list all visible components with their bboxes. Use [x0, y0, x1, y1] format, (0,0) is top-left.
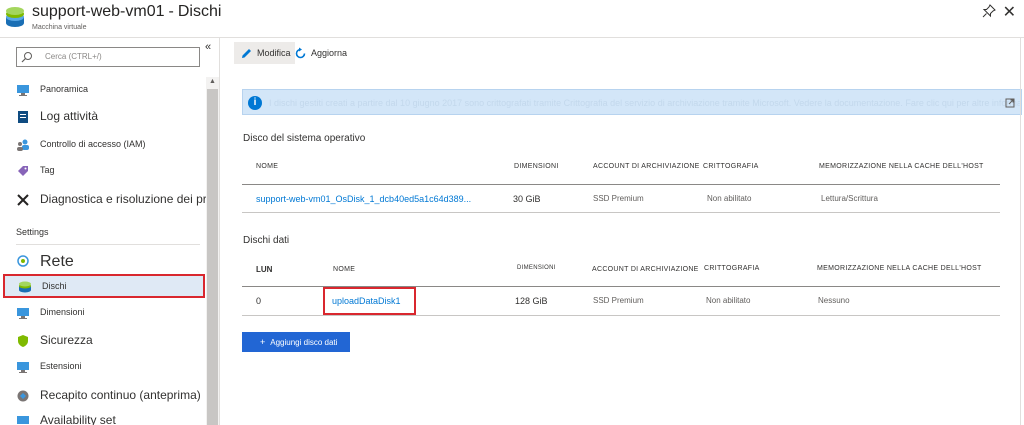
close-icon[interactable]: ✕: [1003, 2, 1016, 22]
scroll-up-arrow[interactable]: ▲: [209, 78, 216, 85]
resource-type: Macchina virtuale: [32, 24, 87, 31]
sidebar-item-label: Availability set: [40, 413, 116, 425]
os-col-name: NOME: [256, 163, 279, 170]
data-col-cache: MEMORIZZAZIONE NELLA CACHE DELL'HOST: [817, 265, 982, 272]
monitor-icon: [17, 85, 29, 96]
table-row-divider: [242, 212, 1000, 213]
blade-right-border: [1020, 38, 1021, 425]
os-col-storage: ACCOUNT DI ARCHIVIAZIONE: [593, 163, 700, 170]
search-placeholder: Cerca (CTRL+/): [45, 52, 102, 61]
sidebar-item-label: Diagnostica e risoluzione dei problemi: [40, 192, 219, 206]
sidebar-item-iam[interactable]: Controllo di accesso (IAM): [0, 134, 206, 156]
os-col-encryption: CRITTOGRAFIA: [703, 163, 759, 170]
data-col-size: DIMENSIONI: [517, 265, 556, 271]
info-banner-text: I dischi gestiti creati a partire dal 10…: [269, 98, 1022, 108]
sidebar-item-label: Recapito continuo (anteprima): [40, 388, 201, 402]
plus-icon: +: [260, 337, 266, 347]
os-col-cache: MEMORIZZAZIONE NELLA CACHE DELL'HOST: [819, 163, 984, 170]
resource-menu: Cerca (CTRL+/) « Panoramica Log attività…: [0, 38, 220, 425]
scrollbar-thumb[interactable]: [207, 89, 218, 425]
sidebar-item-dischi[interactable]: Dischi: [3, 274, 205, 298]
sidebar-item-label: Sicurezza: [40, 333, 93, 347]
os-col-size: DIMENSIONI: [514, 163, 559, 170]
settings-section-header: Settings: [16, 227, 49, 237]
sidebar-item-label: Log attività: [40, 109, 99, 123]
sidebar-item-label: Dischi: [42, 281, 67, 291]
delivery-icon: [17, 390, 29, 402]
data-disk-cache: Nessuno: [818, 296, 850, 305]
people-icon: [17, 139, 29, 151]
sidebar-item-dimensioni[interactable]: Dimensioni: [0, 302, 206, 324]
info-icon: i: [248, 96, 262, 110]
data-col-encryption: CRITTOGRAFIA: [704, 265, 760, 272]
shield-icon: [18, 335, 28, 347]
os-disk-cache: Lettura/Scrittura: [821, 194, 878, 203]
main-content: Modifica Aggiorna i I dischi gestiti cre…: [220, 38, 1024, 425]
data-col-name: NOME: [333, 266, 356, 273]
add-data-disk-label: Aggiungi disco dati: [270, 337, 338, 347]
os-disk-size: 30 GiB: [513, 194, 541, 204]
page-name: Dischi: [177, 3, 222, 20]
info-banner[interactable]: i I dischi gestiti creati a partire dal …: [242, 89, 1022, 115]
availability-icon: [17, 416, 29, 424]
sidebar-scrollbar[interactable]: ▲: [206, 77, 219, 425]
data-disk-storage: SSD Premium: [593, 296, 644, 305]
page-title: support-web-vm01- Dischi: [32, 3, 221, 21]
data-disk-lun: 0: [256, 296, 262, 306]
table-header-divider: [242, 184, 1000, 185]
network-icon: [17, 255, 29, 267]
data-col-lun: LUN: [256, 265, 273, 274]
sidebar-item-label: Tag: [40, 165, 55, 175]
edit-label: Modifica: [257, 48, 291, 58]
table-row-divider: [242, 315, 1000, 316]
sidebar-item-recapito-continuo[interactable]: Recapito continuo (anteprima): [0, 385, 206, 407]
data-disk-name-link[interactable]: uploadDataDisk1: [332, 296, 401, 306]
os-disk-storage: SSD Premium: [593, 194, 644, 203]
search-icon: [21, 52, 32, 63]
os-disk-name-link[interactable]: support-web-vm01_OsDisk_1_dcb40ed5a1c64d…: [256, 194, 471, 204]
sidebar-item-label: Dimensioni: [40, 307, 85, 317]
sidebar-item-sicurezza[interactable]: Sicurezza: [0, 330, 206, 352]
sidebar-item-estensioni[interactable]: Estensioni: [0, 356, 206, 378]
command-bar: Modifica Aggiorna: [220, 38, 1024, 66]
sidebar-item-rete[interactable]: Rete: [0, 250, 206, 272]
monitor-icon: [17, 308, 29, 319]
search-input[interactable]: Cerca (CTRL+/): [16, 47, 200, 67]
log-icon: [18, 111, 28, 123]
resource-name: support-web-vm01: [32, 3, 165, 20]
section-divider: [16, 244, 200, 245]
refresh-icon: [295, 47, 306, 58]
external-link-icon[interactable]: [1005, 98, 1015, 108]
add-data-disk-button[interactable]: + Aggiungi disco dati: [242, 332, 350, 352]
data-disks-section-title: Dischi dati: [243, 235, 290, 246]
sidebar-item-availability-set[interactable]: Availability set: [0, 410, 206, 425]
sidebar-item-log-attivita[interactable]: Log attività: [0, 106, 206, 128]
data-disk-size: 128 GiB: [515, 296, 548, 306]
wrench-icon: [17, 194, 29, 206]
extensions-icon: [17, 362, 29, 373]
collapse-menu-icon[interactable]: «: [205, 41, 211, 53]
edit-button[interactable]: Modifica: [234, 42, 295, 64]
sidebar-item-label: Estensioni: [40, 361, 82, 371]
data-col-storage: ACCOUNT DI ARCHIVIAZIONE: [592, 266, 699, 273]
refresh-button[interactable]: Aggiorna: [294, 42, 347, 64]
sidebar-item-tag[interactable]: Tag: [0, 160, 206, 182]
pencil-icon: [242, 48, 251, 58]
data-disk-encryption: Non abilitato: [706, 296, 751, 305]
tag-icon: [18, 166, 28, 176]
sidebar-item-label: Rete: [40, 253, 74, 270]
virtual-machine-icon: [6, 7, 24, 27]
sidebar-item-panoramica[interactable]: Panoramica: [0, 79, 206, 101]
os-disk-section-title: Disco del sistema operativo: [243, 133, 366, 144]
sidebar-item-diagnostica[interactable]: Diagnostica e risoluzione dei problemi: [0, 189, 219, 211]
pin-icon[interactable]: [982, 4, 996, 18]
os-disk-encryption: Non abilitato: [707, 194, 752, 203]
disk-icon: [19, 281, 31, 293]
title-separator: -: [168, 3, 174, 20]
sidebar-item-label: Panoramica: [40, 84, 89, 94]
refresh-label: Aggiorna: [311, 48, 348, 58]
sidebar-item-label: Controllo di accesso (IAM): [40, 139, 146, 149]
blade-header: support-web-vm01- Dischi Macchina virtual…: [0, 0, 1024, 38]
